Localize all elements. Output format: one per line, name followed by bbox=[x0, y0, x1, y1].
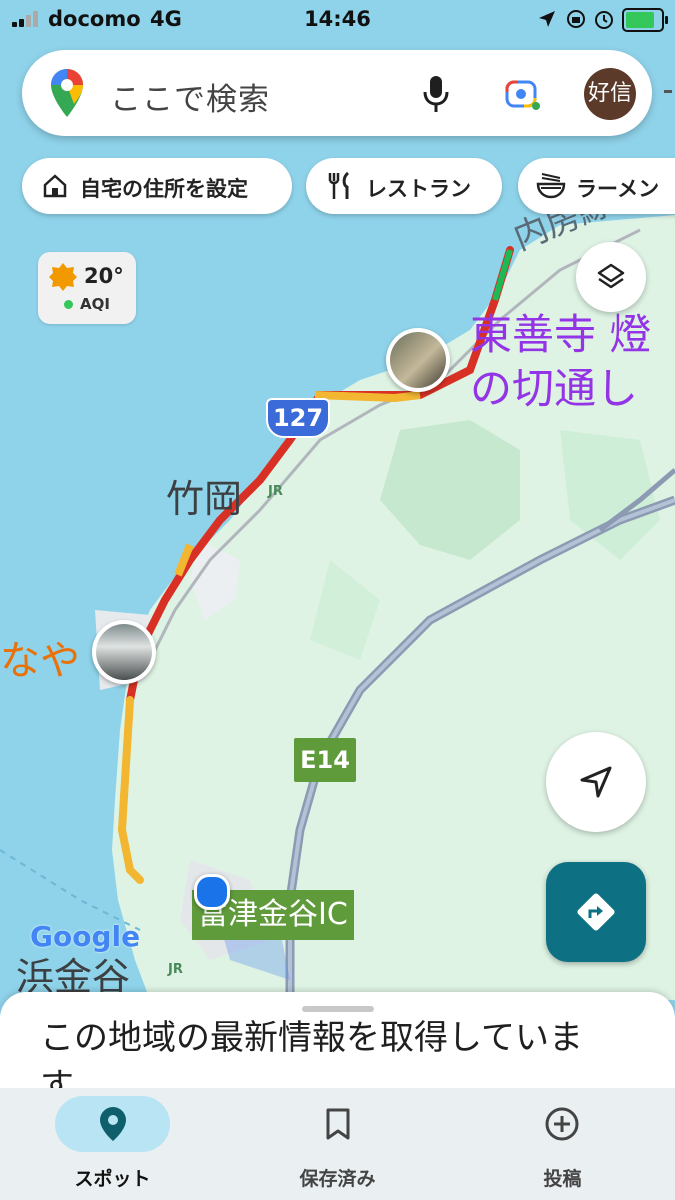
weather-temperature: 20° bbox=[84, 264, 124, 288]
directions-button[interactable] bbox=[546, 862, 646, 962]
layers-button[interactable] bbox=[576, 242, 646, 312]
ramen-icon bbox=[536, 173, 566, 199]
lens-camera-icon[interactable] bbox=[504, 76, 542, 112]
expressway-shield-e14: E14 bbox=[294, 738, 356, 782]
alarm-icon bbox=[595, 11, 613, 29]
battery-icon bbox=[622, 8, 668, 32]
poi-title-line1: 東善寺 燈 bbox=[470, 310, 652, 359]
chip-label: レストラン bbox=[366, 177, 471, 201]
route-shield-127: 127 bbox=[266, 398, 330, 438]
poi-partial-label[interactable]: なや bbox=[0, 628, 80, 686]
restaurant-icon bbox=[328, 171, 350, 199]
nav-tab-saved[interactable]: 保存済み bbox=[225, 1088, 450, 1200]
microphone-icon[interactable] bbox=[422, 74, 450, 114]
navigation-arrow-icon bbox=[580, 766, 612, 798]
account-avatar[interactable]: 好信 bbox=[584, 68, 636, 120]
lock-rotation-icon bbox=[567, 10, 585, 28]
directions-icon bbox=[577, 893, 615, 931]
chip-label: 自宅の住所を設定 bbox=[80, 177, 248, 201]
weather-widget[interactable]: 20° AQI bbox=[38, 252, 136, 324]
pin-icon bbox=[100, 1107, 126, 1141]
layers-icon bbox=[597, 263, 625, 289]
aqi-status-dot bbox=[64, 300, 73, 309]
poi-title[interactable]: 東善寺 燈 の切通し bbox=[470, 308, 651, 416]
my-location-button[interactable] bbox=[546, 732, 646, 832]
chip-set-home[interactable]: 自宅の住所を設定 bbox=[22, 158, 292, 214]
search-bar[interactable]: ここで検索 好信 bbox=[22, 50, 652, 136]
home-icon bbox=[43, 174, 67, 198]
poi-title-line2: の切通し bbox=[470, 364, 639, 413]
status-bar: docomo 4G 14:46 bbox=[0, 0, 675, 40]
aqi-label: AQI bbox=[80, 295, 110, 313]
more-handle bbox=[664, 90, 672, 93]
sheet-drag-handle[interactable] bbox=[302, 1006, 374, 1012]
chip-ramen[interactable]: ラーメン bbox=[518, 158, 675, 214]
bottom-navigation: スポット 保存済み 投稿 bbox=[0, 1088, 675, 1200]
nav-label: 保存済み bbox=[299, 1168, 376, 1190]
chip-label: ラーメン bbox=[576, 177, 660, 201]
bookmark-icon bbox=[326, 1108, 350, 1140]
nav-label: スポット bbox=[74, 1168, 151, 1190]
location-arrow-icon bbox=[539, 11, 555, 27]
poi-photo-marker[interactable] bbox=[386, 328, 450, 392]
poi-photo-marker-2[interactable] bbox=[92, 620, 156, 684]
town-label-takeoka: 竹岡 bbox=[166, 477, 243, 521]
jr-station-icon-2: JR bbox=[168, 962, 183, 977]
maps-pin-logo-icon bbox=[51, 69, 83, 117]
jr-station-icon: JR bbox=[268, 484, 283, 499]
nav-tab-post[interactable]: 投稿 bbox=[450, 1088, 675, 1200]
search-input[interactable]: ここで検索 bbox=[110, 74, 270, 119]
add-circle-icon bbox=[545, 1107, 579, 1141]
current-location-dot bbox=[194, 874, 230, 910]
nav-tab-spot[interactable]: スポット bbox=[0, 1088, 225, 1200]
chip-restaurant[interactable]: レストラン bbox=[306, 158, 502, 214]
sun-icon bbox=[49, 263, 77, 291]
nav-label: 投稿 bbox=[543, 1168, 582, 1190]
